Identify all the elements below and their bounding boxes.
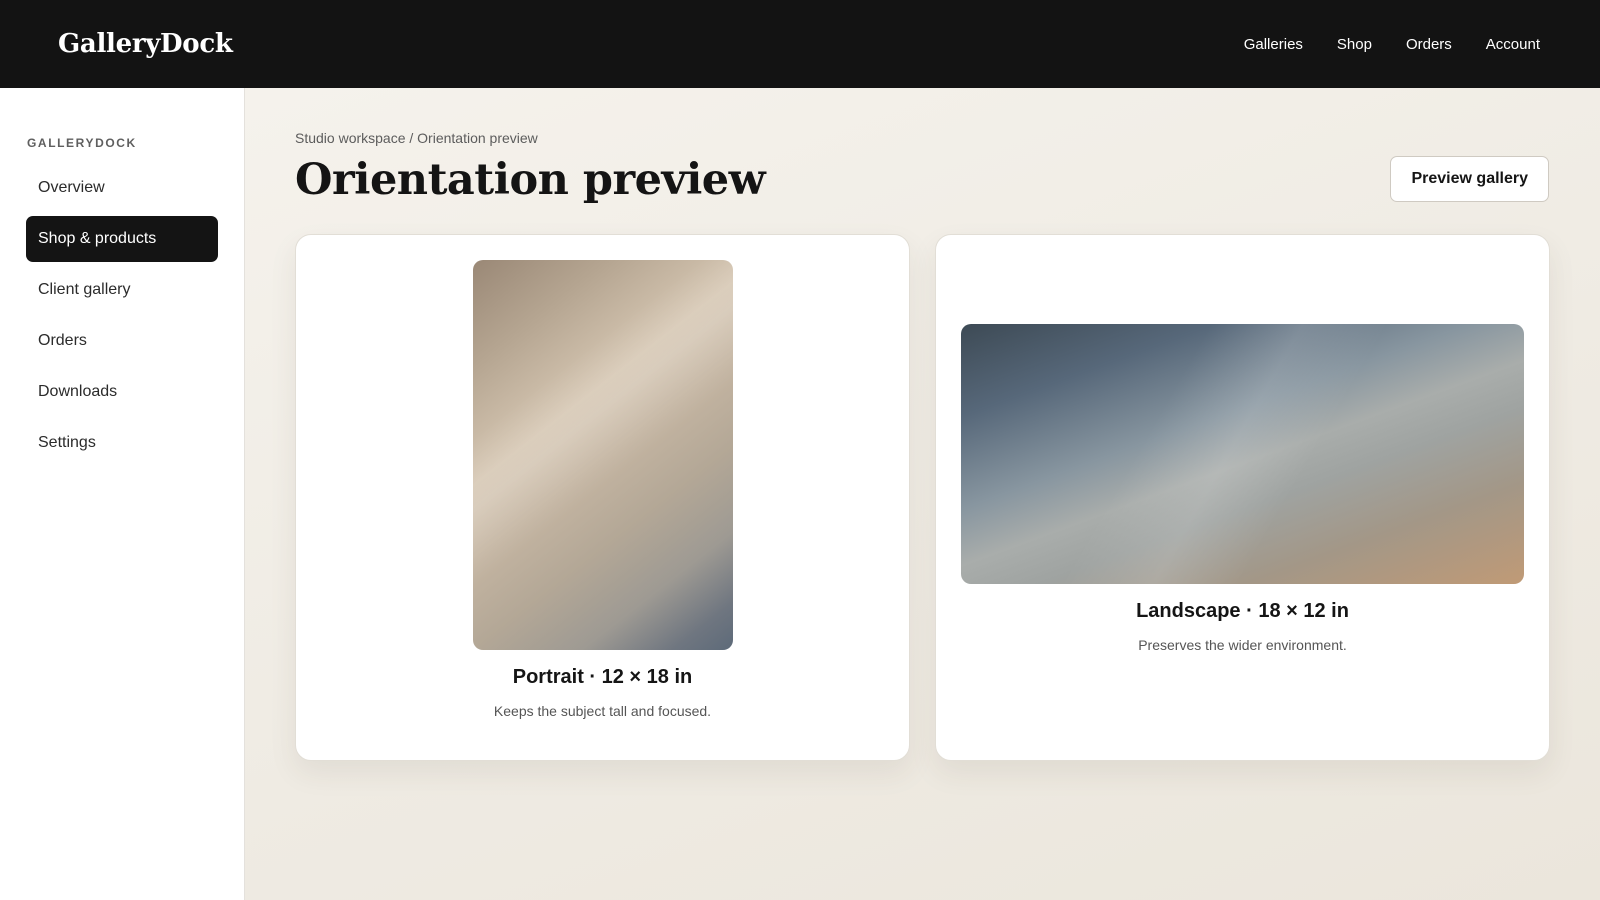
page-header: Orientation preview Preview gallery [295, 156, 1550, 202]
top-bar: GalleryDock Galleries Shop Orders Accoun… [0, 0, 1600, 88]
nav-orders[interactable]: Orders [1406, 36, 1452, 53]
landscape-photo [961, 324, 1524, 584]
sidebar-list: Overview Shop & products Client gallery … [26, 165, 218, 466]
sidebar-item-downloads[interactable]: Downloads [26, 369, 218, 415]
card-description: Keeps the subject tall and focused. [493, 703, 712, 719]
sidebar-item-client-gallery[interactable]: Client gallery [26, 267, 218, 313]
nav-galleries[interactable]: Galleries [1244, 36, 1303, 53]
card-description: Preserves the wider environment. [1138, 637, 1347, 653]
page-title: Orientation preview [295, 154, 766, 205]
brand-logo[interactable]: GalleryDock [58, 29, 233, 59]
sidebar-item-shop-products[interactable]: Shop & products [26, 216, 218, 262]
card-title: Landscape · 18 × 12 in [1136, 600, 1349, 622]
top-nav: Galleries Shop Orders Account [1244, 36, 1542, 53]
orientation-cards: Portrait · 12 × 18 in Keeps the subject … [295, 234, 1550, 761]
portrait-card[interactable]: Portrait · 12 × 18 in Keeps the subject … [295, 234, 910, 761]
sidebar-item-settings[interactable]: Settings [26, 420, 218, 466]
card-title: Portrait · 12 × 18 in [512, 666, 693, 688]
nav-account[interactable]: Account [1486, 36, 1540, 53]
preview-gallery-button[interactable]: Preview gallery [1390, 156, 1549, 202]
sidebar-heading: GALLERYDOCK [27, 136, 137, 150]
portrait-photo [472, 260, 733, 650]
sidebar-item-orders[interactable]: Orders [26, 318, 218, 364]
landscape-card[interactable]: Landscape · 18 × 12 in Preserves the wid… [935, 234, 1550, 761]
nav-shop[interactable]: Shop [1337, 36, 1372, 53]
main-content: Studio workspace / Orientation preview O… [245, 88, 1600, 900]
sidebar: GALLERYDOCK Overview Shop & products Cli… [0, 88, 245, 900]
breadcrumb: Studio workspace / Orientation preview [295, 130, 538, 146]
sidebar-item-overview[interactable]: Overview [26, 165, 218, 211]
